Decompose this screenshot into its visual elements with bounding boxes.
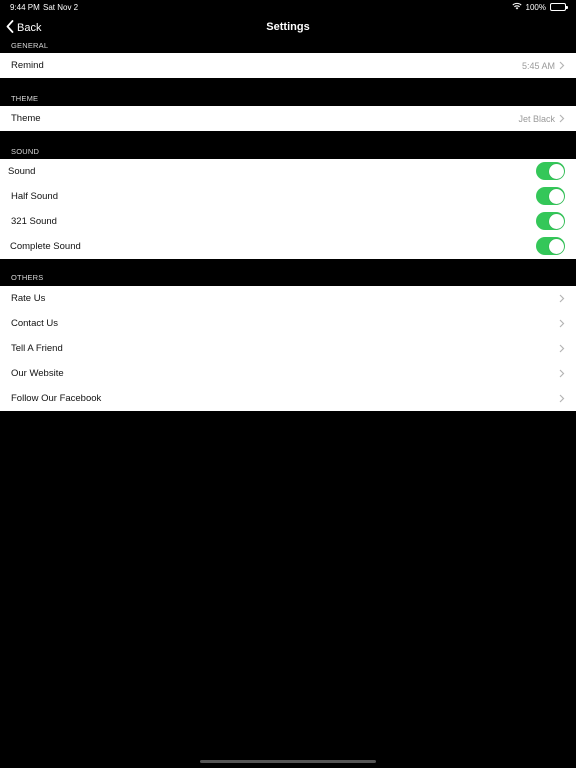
settings-screen: 9:44 PM Sat Nov 2 100% Back Settings GEN… xyxy=(0,0,576,768)
theme-group: Theme Jet Black xyxy=(0,106,576,131)
battery-icon xyxy=(550,3,568,11)
status-date: Sat Nov 2 xyxy=(43,3,79,12)
chevron-right-icon xyxy=(559,394,565,403)
chevron-right-icon xyxy=(559,319,565,328)
tell-a-friend-label: Tell A Friend xyxy=(11,343,63,354)
remind-value: 5:45 AM xyxy=(521,60,555,71)
theme-value: Jet Black xyxy=(518,113,555,124)
section-header-general: GENERAL xyxy=(11,41,49,50)
status-indicators: 100% xyxy=(511,2,568,12)
our-website-label: Our Website xyxy=(11,368,64,379)
battery-percent: 100% xyxy=(525,2,546,12)
chevron-right-icon xyxy=(559,369,565,378)
chevron-right-icon xyxy=(559,61,565,70)
follow-facebook-label: Follow Our Facebook xyxy=(11,393,102,404)
half-sound-toggle[interactable] xyxy=(536,187,565,205)
half-sound-row: Half Sound xyxy=(0,184,576,209)
follow-facebook-row[interactable]: Follow Our Facebook xyxy=(0,386,576,411)
our-website-row[interactable]: Our Website xyxy=(0,361,576,386)
section-header-sound: SOUND xyxy=(11,147,40,156)
complete-sound-row: Complete Sound xyxy=(0,234,576,259)
theme-row[interactable]: Theme Jet Black xyxy=(0,106,576,131)
page-title: Settings xyxy=(266,21,310,33)
others-group: Rate Us Contact Us Tell A Friend Our Web… xyxy=(0,286,576,411)
home-indicator[interactable] xyxy=(200,760,376,763)
321-sound-row: 321 Sound xyxy=(0,209,576,234)
contact-us-label: Contact Us xyxy=(11,318,58,329)
remind-row[interactable]: Remind 5:45 AM xyxy=(0,53,576,78)
rate-us-label: Rate Us xyxy=(11,293,46,304)
rate-us-row[interactable]: Rate Us xyxy=(0,286,576,311)
navigation-bar: Back Settings xyxy=(0,14,576,42)
status-time: 9:44 PM xyxy=(10,3,40,12)
wifi-icon xyxy=(511,2,522,12)
321-sound-label: 321 Sound xyxy=(11,216,57,227)
complete-sound-toggle[interactable] xyxy=(536,237,565,255)
chevron-right-icon xyxy=(559,344,565,353)
contact-us-row[interactable]: Contact Us xyxy=(0,311,576,336)
general-group: Remind 5:45 AM xyxy=(0,53,576,78)
321-sound-toggle[interactable] xyxy=(536,212,565,230)
theme-label: Theme xyxy=(11,113,41,124)
remind-label: Remind xyxy=(11,60,44,71)
section-header-others: OTHERS xyxy=(11,273,44,282)
tell-a-friend-row[interactable]: Tell A Friend xyxy=(0,336,576,361)
complete-sound-label: Complete Sound xyxy=(10,241,81,252)
sound-toggle[interactable] xyxy=(536,162,565,180)
chevron-right-icon xyxy=(559,294,565,303)
sound-group: Sound Half Sound 321 Sound Complete Soun… xyxy=(0,159,576,259)
sound-label: Sound xyxy=(8,166,36,177)
section-header-theme: THEME xyxy=(11,94,39,103)
sound-row: Sound xyxy=(0,159,576,184)
half-sound-label: Half Sound xyxy=(11,191,59,202)
chevron-right-icon xyxy=(559,114,565,123)
status-bar: 9:44 PM Sat Nov 2 100% xyxy=(0,0,576,14)
